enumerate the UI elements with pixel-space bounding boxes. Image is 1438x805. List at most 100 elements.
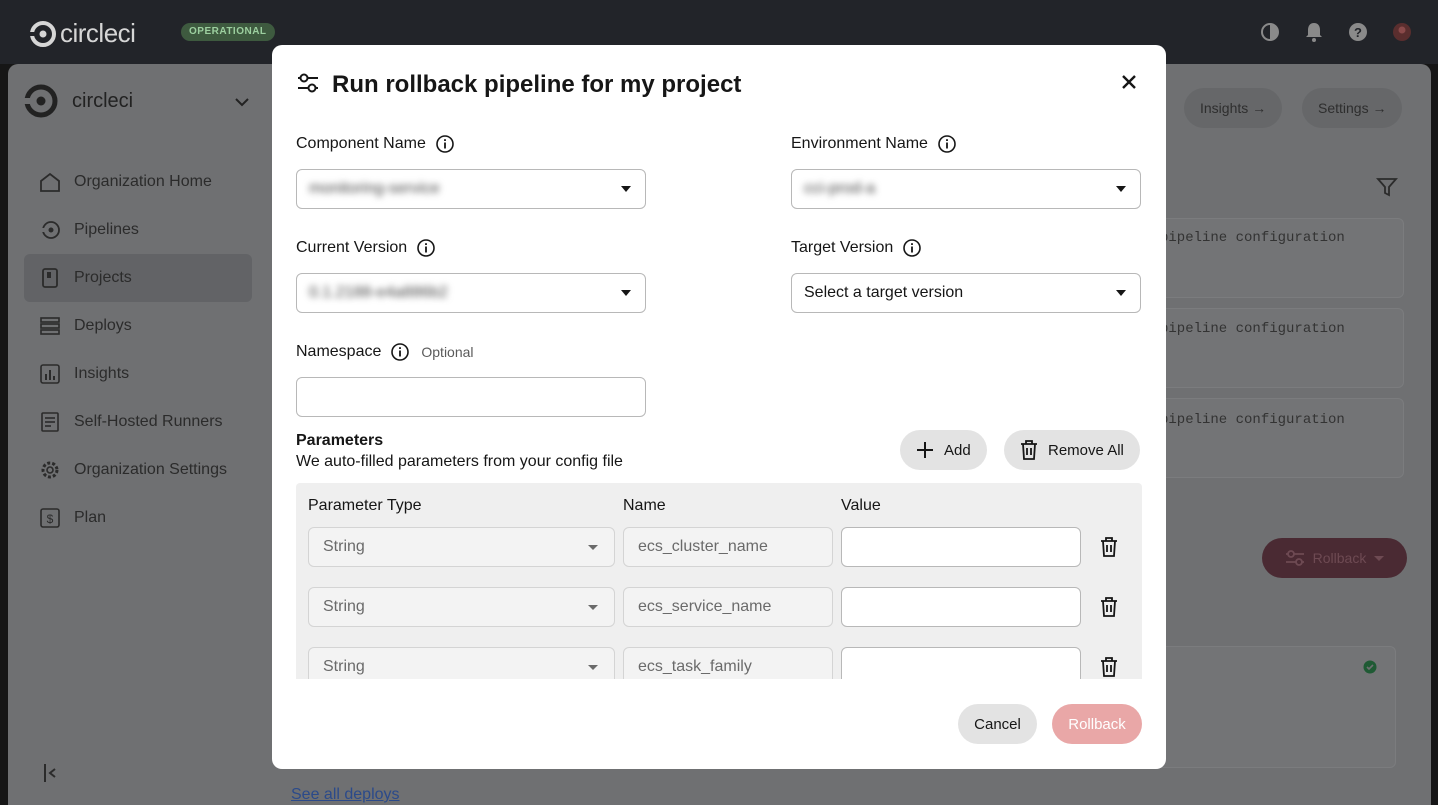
projects-icon: [38, 266, 62, 290]
caret-down-icon: [1374, 555, 1385, 561]
sidebar-item-insights[interactable]: Insights: [24, 350, 252, 398]
remove-all-label: Remove All: [1048, 441, 1124, 459]
sidebar-item-label: Pipelines: [74, 221, 139, 238]
environment-name-select[interactable]: cci-prod-a: [791, 169, 1141, 209]
org-logo-icon: [24, 84, 58, 118]
component-name-select[interactable]: monitoring-service: [296, 169, 646, 209]
column-header-value: Value: [841, 497, 881, 514]
parameter-value-input[interactable]: [841, 587, 1081, 627]
current-version-label: Current Version: [296, 239, 435, 257]
trash-icon[interactable]: [1098, 655, 1120, 679]
modal-title: Run rollback pipeline for my project: [332, 71, 742, 98]
close-button[interactable]: [1118, 71, 1140, 93]
target-version-select[interactable]: Select a target version: [791, 273, 1141, 313]
sidebar-item-plan[interactable]: $ Plan: [24, 494, 252, 542]
rollback-modal: Run rollback pipeline for my project Com…: [272, 45, 1166, 769]
filter-icon[interactable]: [1376, 176, 1398, 203]
settings-button[interactable]: Settings →: [1302, 88, 1403, 128]
sidebar-item-label: Organization Home: [74, 173, 212, 190]
collapse-sidebar-icon[interactable]: [42, 762, 58, 789]
avatar[interactable]: [1390, 20, 1414, 44]
sidebar-nav: Organization Home Pipelines Projects Dep…: [24, 158, 252, 542]
sidebar-item-self-hosted-runners[interactable]: Self-Hosted Runners: [24, 398, 252, 446]
bell-icon[interactable]: [1302, 20, 1326, 44]
sidebar-item-label: Deploys: [74, 317, 132, 334]
caret-down-icon: [621, 290, 631, 296]
info-icon[interactable]: [391, 343, 410, 361]
column-header-name: Name: [623, 497, 666, 514]
logo-text: circleci: [60, 18, 136, 48]
parameter-value-input[interactable]: [841, 647, 1081, 679]
component-name-value: monitoring-service: [309, 180, 440, 197]
environment-name-label: Environment Name: [791, 135, 956, 153]
help-icon[interactable]: ?: [1346, 20, 1370, 44]
sidebar-item-pipelines[interactable]: Pipelines: [24, 206, 252, 254]
background-rollback-button[interactable]: Rollback: [1262, 538, 1407, 578]
pipeline-card[interactable]: [1150, 398, 1404, 478]
rollback-icon: [296, 72, 320, 99]
parameter-name-field[interactable]: ecs_service_name: [623, 587, 833, 627]
circleci-logo[interactable]: circleci: [30, 18, 136, 49]
caret-down-icon: [588, 545, 598, 550]
parameter-value-input[interactable]: [841, 527, 1081, 567]
svg-text:?: ?: [1354, 25, 1362, 40]
info-icon[interactable]: [417, 239, 435, 257]
component-name-label: Component Name: [296, 135, 454, 153]
current-version-select[interactable]: 0.1.2188-e4a886b2: [296, 273, 646, 313]
see-all-deploys-link[interactable]: See all deploys: [291, 786, 400, 804]
sidebar-item-label: Insights: [74, 365, 130, 382]
parameter-type-select[interactable]: String: [308, 527, 615, 567]
sidebar-item-deploys[interactable]: Deploys: [24, 302, 252, 350]
svg-text:$: $: [47, 512, 54, 526]
status-badge[interactable]: OPERATIONAL: [181, 23, 275, 41]
current-version-value: 0.1.2188-e4a886b2: [309, 284, 448, 301]
caret-down-icon: [1116, 186, 1126, 192]
background-rollback-label: Rollback: [1312, 550, 1367, 566]
parameter-name-field[interactable]: ecs_task_family: [623, 647, 833, 679]
sidebar-item-label: Projects: [74, 269, 132, 286]
info-icon[interactable]: [903, 239, 922, 257]
caret-down-icon: [588, 605, 598, 610]
gear-icon: [38, 458, 62, 482]
trash-icon: [1021, 440, 1037, 460]
plan-icon: $: [38, 506, 62, 530]
sidebar-item-organization-settings[interactable]: Organization Settings: [24, 446, 252, 494]
column-header-parameter-type: Parameter Type: [308, 497, 422, 514]
target-version-placeholder: Select a target version: [804, 284, 964, 301]
optional-hint: Optional: [421, 344, 474, 360]
namespace-label: Namespace Optional: [296, 343, 474, 361]
parameter-type-select[interactable]: String: [308, 587, 615, 627]
close-icon: [1122, 75, 1136, 89]
caret-down-icon: [588, 665, 598, 670]
trash-icon[interactable]: [1098, 535, 1120, 559]
parameter-name-field[interactable]: ecs_cluster_name: [623, 527, 833, 567]
theme-toggle-icon[interactable]: [1258, 20, 1282, 44]
rollback-button[interactable]: Rollback: [1052, 704, 1142, 744]
org-switcher[interactable]: circleci: [24, 84, 133, 118]
add-parameter-button[interactable]: Add: [900, 430, 987, 470]
card-text: pipeline configuration: [1160, 412, 1345, 428]
info-icon[interactable]: [436, 135, 454, 153]
parameter-type-select[interactable]: String: [308, 647, 615, 679]
parameters-subtitle: We auto-filled parameters from your conf…: [296, 453, 623, 470]
sidebar-item-label: Self-Hosted Runners: [74, 413, 223, 430]
chevron-down-icon[interactable]: [234, 94, 250, 112]
remove-all-button[interactable]: Remove All: [1004, 430, 1140, 470]
pipeline-card[interactable]: [1150, 308, 1404, 388]
home-icon: [38, 170, 62, 194]
deploy-card[interactable]: [1150, 646, 1396, 768]
sidebar-item-organization-home[interactable]: Organization Home: [24, 158, 252, 206]
environment-name-value: cci-prod-a: [804, 180, 876, 197]
namespace-input[interactable]: [296, 377, 646, 417]
parameters-title: Parameters: [296, 432, 384, 449]
caret-down-icon: [621, 186, 631, 192]
plus-icon: [917, 442, 933, 458]
trash-icon[interactable]: [1098, 595, 1120, 619]
cancel-button[interactable]: Cancel: [958, 704, 1037, 744]
add-label: Add: [944, 441, 971, 459]
info-icon[interactable]: [938, 135, 956, 153]
sidebar-item-label: Organization Settings: [74, 461, 227, 478]
sidebar-item-projects[interactable]: Projects: [24, 254, 252, 302]
card-text: pipeline configuration: [1160, 321, 1345, 337]
insights-button[interactable]: Insights →: [1184, 88, 1283, 128]
